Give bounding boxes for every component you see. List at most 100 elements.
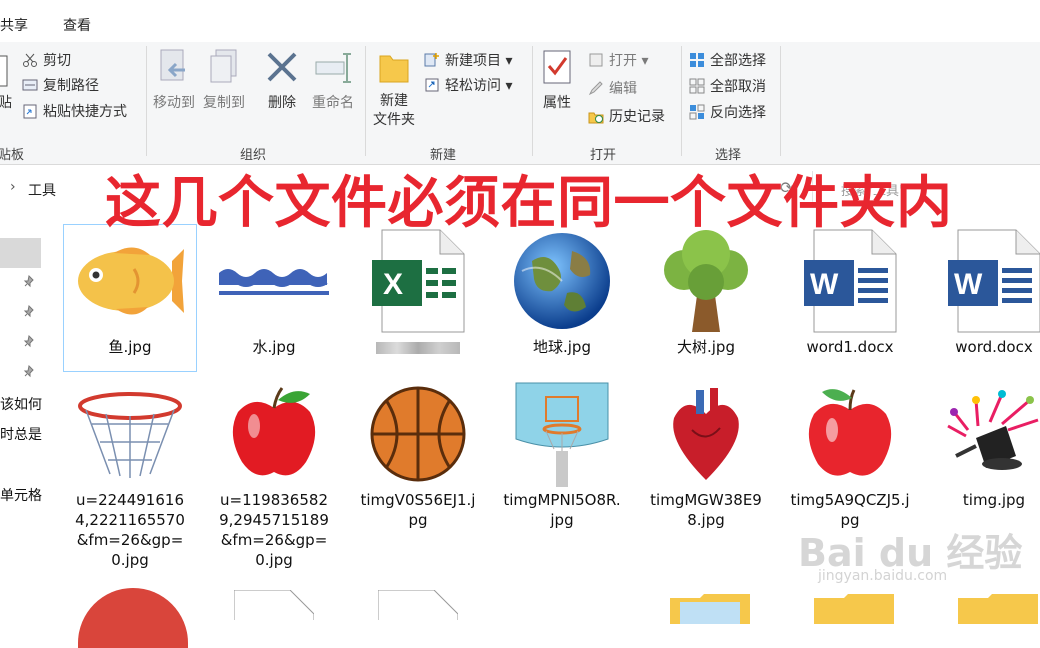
watermark-url: jingyan.baidu.com bbox=[818, 568, 948, 584]
select-none-button[interactable]: 全部取消 bbox=[689, 76, 766, 96]
group-divider bbox=[532, 46, 533, 156]
nav-item-text[interactable]: 该如何 bbox=[0, 394, 42, 414]
cut-button[interactable]: 剪切 bbox=[22, 50, 71, 70]
copy-path-button[interactable]: 复制路径 bbox=[22, 75, 99, 95]
paste-button[interactable]: 贴 bbox=[0, 54, 12, 112]
history-button[interactable]: 历史记录 bbox=[588, 106, 665, 126]
pin-icon bbox=[23, 335, 34, 348]
breadcrumb-chevron-icon[interactable]: › bbox=[10, 179, 16, 195]
clipboard-group-label: 贴板 bbox=[0, 148, 25, 163]
file-name: timgMPNI5O8R.jpg bbox=[503, 491, 621, 529]
blurred-text bbox=[376, 341, 460, 354]
delete-button[interactable]: 删除 bbox=[262, 48, 302, 112]
heart-image-icon bbox=[673, 388, 739, 480]
file-item[interactable]: 大树.jpg bbox=[640, 225, 772, 357]
ribbon-tabs: 共享 查看 bbox=[0, 0, 1040, 43]
edit-icon bbox=[588, 81, 603, 96]
file-name: word1.docx bbox=[806, 338, 894, 356]
cut-label: 剪切 bbox=[43, 53, 71, 69]
properties-check-icon bbox=[543, 50, 571, 84]
paste-label: 贴 bbox=[0, 95, 12, 111]
file-name: timg.jpg bbox=[962, 491, 1026, 509]
file-item[interactable]: W word.docx bbox=[928, 225, 1040, 357]
invert-selection-button[interactable]: 反向选择 bbox=[689, 102, 766, 122]
basketball-image-icon bbox=[370, 386, 466, 482]
nav-item-text[interactable]: 时总是 bbox=[0, 424, 42, 444]
new-item-icon bbox=[424, 53, 439, 67]
file-item[interactable]: u=2244916164,2221165570&fm=26&gp=0.jpg bbox=[64, 378, 196, 570]
fish-image-icon bbox=[78, 247, 184, 315]
file-item[interactable]: timg.jpg bbox=[928, 378, 1040, 510]
file-name: 水.jpg bbox=[252, 338, 296, 356]
move-to-icon bbox=[160, 49, 185, 81]
properties-button[interactable]: 属性 bbox=[537, 48, 577, 112]
invert-selection-label: 反向选择 bbox=[710, 105, 766, 121]
clipboard-icon bbox=[0, 55, 8, 87]
history-icon bbox=[588, 112, 604, 124]
file-item[interactable]: 地球.jpg bbox=[496, 225, 628, 357]
tab-share[interactable]: 共享 bbox=[0, 15, 28, 35]
word-file-icon: W bbox=[948, 229, 1040, 333]
folder-thumb-icon[interactable] bbox=[814, 594, 894, 624]
move-to-button[interactable]: 移动到 bbox=[150, 48, 198, 112]
earth-image-icon bbox=[514, 233, 610, 329]
scissors-icon bbox=[23, 53, 37, 67]
breadcrumb-folder[interactable]: 工具 bbox=[28, 180, 56, 200]
apple-image-icon bbox=[232, 387, 316, 476]
svg-text:W: W bbox=[810, 268, 839, 301]
copy-to-icon bbox=[210, 49, 237, 83]
folder-thumb-icon[interactable] bbox=[670, 594, 750, 624]
folder-icon bbox=[379, 55, 409, 83]
history-label: 历史记录 bbox=[609, 109, 665, 125]
folder-thumb-icon[interactable] bbox=[958, 594, 1038, 624]
paste-shortcut-button[interactable]: 粘贴快捷方式 bbox=[22, 101, 127, 121]
file-item[interactable]: 水.jpg bbox=[208, 225, 340, 357]
file-item[interactable]: timgV0S56EJ1.jpg bbox=[352, 378, 484, 530]
partial-file-thumb[interactable] bbox=[78, 588, 188, 648]
file-item[interactable]: timgMGW38E98.jpg bbox=[640, 378, 772, 530]
new-folder-label: 新建 文件夹 bbox=[373, 93, 415, 128]
file-item[interactable]: u=1198365829,2945715189&fm=26&gp=0.jpg bbox=[208, 378, 340, 570]
file-item[interactable]: timgMPNI5O8R.jpg bbox=[496, 378, 628, 530]
copy-to-label: 复制到 bbox=[203, 95, 245, 111]
file-name-blurred bbox=[352, 337, 484, 357]
ribbon: 贴 剪切 复制路径 粘贴快捷方式 贴板 移动到 复制到 删除 重命名 组织 新建… bbox=[0, 42, 1040, 165]
basketball-hoop-image-icon bbox=[78, 392, 182, 478]
excel-file-icon: X bbox=[372, 229, 465, 333]
paste-shortcut-label: 粘贴快捷方式 bbox=[43, 104, 127, 120]
file-item[interactable]: timg5A9QCZJ5.jpg bbox=[784, 378, 916, 530]
edit-button[interactable]: 编辑 bbox=[588, 78, 637, 98]
easy-access-button[interactable]: 轻松访问 ▾ bbox=[424, 75, 512, 95]
new-folder-button[interactable]: 新建 文件夹 bbox=[370, 48, 418, 130]
file-item[interactable]: X bbox=[352, 225, 484, 357]
rename-label: 重命名 bbox=[312, 95, 354, 111]
file-item[interactable]: 鱼.jpg bbox=[63, 224, 197, 372]
open-button[interactable]: 打开 ▾ bbox=[588, 50, 648, 70]
navigation-pane: 该如何 时总是 单元格 bbox=[0, 210, 45, 615]
copy-to-button[interactable]: 复制到 bbox=[200, 48, 248, 112]
svg-text:X: X bbox=[383, 268, 403, 301]
hoop-stand-image-icon bbox=[515, 382, 609, 487]
rename-icon bbox=[315, 53, 351, 83]
rename-button[interactable]: 重命名 bbox=[306, 48, 360, 112]
pin-icon bbox=[23, 275, 34, 288]
water-wave-image-icon bbox=[219, 269, 329, 295]
nav-item-text[interactable]: 单元格 bbox=[0, 485, 42, 505]
svg-text:W: W bbox=[954, 268, 983, 301]
tab-view[interactable]: 查看 bbox=[63, 15, 91, 35]
document-icon[interactable] bbox=[378, 590, 458, 620]
new-item-button[interactable]: 新建项目 ▾ bbox=[424, 50, 512, 70]
delete-label: 删除 bbox=[268, 95, 296, 111]
select-all-button[interactable]: 全部选择 bbox=[689, 50, 766, 70]
move-to-label: 移动到 bbox=[153, 95, 195, 111]
document-icon[interactable] bbox=[234, 590, 314, 620]
paste-shortcut-icon bbox=[23, 104, 37, 119]
file-item[interactable]: W word1.docx bbox=[784, 225, 916, 357]
group-divider bbox=[780, 46, 781, 156]
file-name: 鱼.jpg bbox=[108, 338, 152, 356]
nav-selected-item[interactable] bbox=[0, 238, 41, 268]
open-icon bbox=[589, 53, 603, 67]
file-name: 大树.jpg bbox=[677, 338, 735, 356]
word-file-icon: W bbox=[804, 229, 897, 333]
invert-selection-icon bbox=[689, 104, 705, 120]
